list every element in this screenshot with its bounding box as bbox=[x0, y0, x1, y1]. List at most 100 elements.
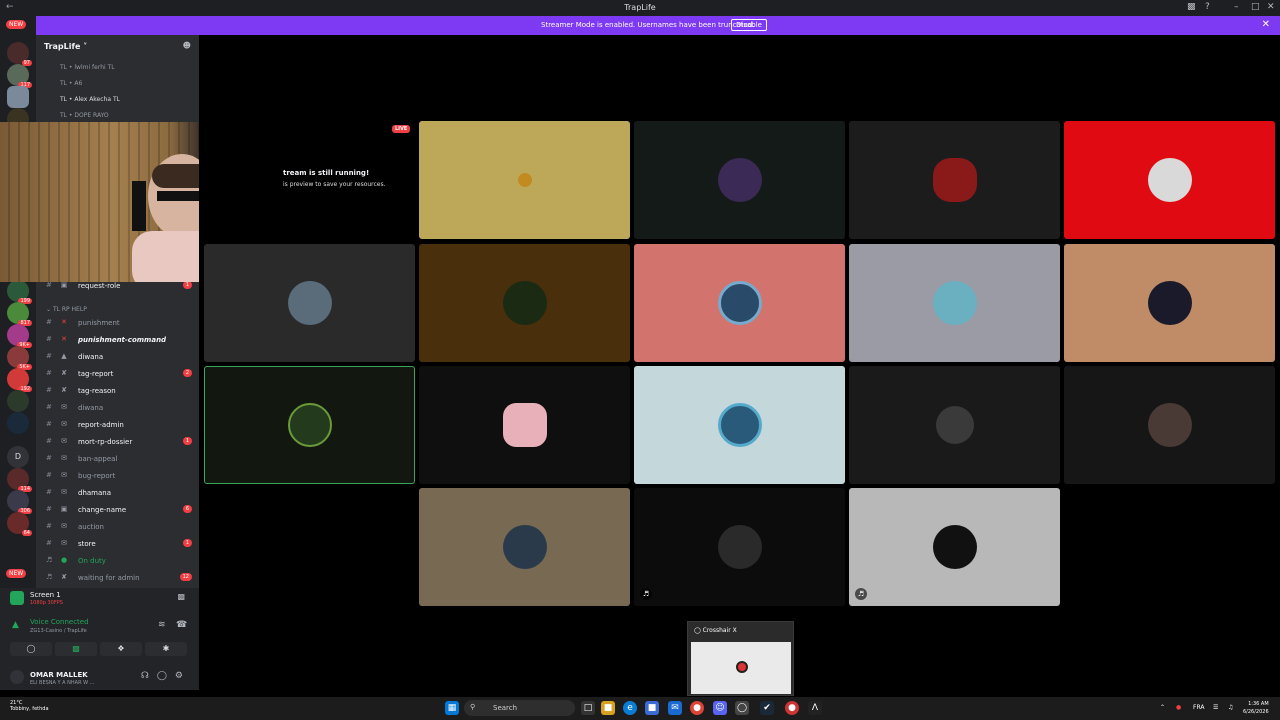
store-icon[interactable]: ■ bbox=[645, 701, 659, 715]
task-view-icon[interactable]: □ bbox=[581, 701, 595, 715]
avatar bbox=[1147, 403, 1192, 447]
server-icon[interactable] bbox=[7, 390, 29, 412]
server-icon[interactable]: 306 bbox=[7, 490, 32, 514]
channel-tag-report[interactable]: # ✘ tag-report 2 bbox=[46, 367, 196, 381]
disconnect-icon[interactable]: ☎ bbox=[176, 620, 187, 630]
guild-name[interactable]: TrapLife ˅ bbox=[44, 42, 87, 51]
participant-tile[interactable] bbox=[634, 121, 845, 239]
participant-tile[interactable] bbox=[849, 366, 1060, 484]
channel-dhamana[interactable]: # ✉ dhamana bbox=[46, 486, 196, 500]
server-icon[interactable]: 199 bbox=[7, 280, 32, 304]
close-banner-icon[interactable]: ✕ bbox=[1262, 19, 1270, 30]
inbox-icon[interactable]: ▩ bbox=[1187, 2, 1196, 12]
voice-user[interactable]: TL • DOPE RAYO bbox=[60, 112, 109, 119]
participant-tile[interactable] bbox=[419, 121, 630, 239]
server-icon[interactable]: 64 bbox=[7, 512, 32, 536]
maximize-icon[interactable]: □ bbox=[1251, 2, 1260, 12]
app-icon[interactable]: ● bbox=[785, 701, 799, 715]
taskbar-preview-popup[interactable]: ◯ Crosshair X bbox=[687, 621, 794, 696]
server-icon[interactable]: 9K+ bbox=[7, 324, 32, 348]
file-explorer-icon[interactable]: ■ bbox=[601, 701, 615, 715]
participant-tile[interactable] bbox=[1064, 366, 1275, 484]
voice-stage: LIVE tream is still running! is preview … bbox=[199, 35, 1280, 690]
category-header[interactable]: ⌄ TL RP HELP bbox=[46, 306, 87, 313]
voice-connected-status[interactable]: Voice Connected bbox=[30, 618, 89, 626]
channel-auction[interactable]: # ✉ auction bbox=[46, 520, 196, 534]
participant-tile[interactable] bbox=[1064, 121, 1275, 239]
tray-chevron-icon[interactable]: ⌃ bbox=[1160, 704, 1165, 711]
participant-tile[interactable]: ♬ bbox=[849, 488, 1060, 606]
mute-icon[interactable]: ☊ bbox=[141, 671, 157, 681]
camera-off-button[interactable]: ◯ bbox=[10, 642, 52, 656]
server-icon[interactable]: 117 bbox=[7, 64, 32, 88]
server-icon[interactable]: D bbox=[7, 446, 29, 468]
taskbar-search[interactable]: ⚲ Search bbox=[464, 700, 575, 716]
edge-icon[interactable]: e bbox=[623, 701, 637, 715]
channel-ban-appeal[interactable]: # ✉ ban-appeal bbox=[46, 452, 196, 466]
activities-button[interactable]: ❖ bbox=[100, 642, 142, 656]
help-icon[interactable]: ? bbox=[1205, 2, 1210, 12]
channel-bug-report[interactable]: # ✉ bug-report bbox=[46, 469, 196, 483]
signal-icon[interactable]: ▲ bbox=[12, 620, 19, 630]
weather-widget[interactable]: 21°C Tobbiny, fethda bbox=[10, 700, 49, 712]
participant-tile[interactable] bbox=[419, 366, 630, 484]
server-icon[interactable] bbox=[7, 86, 29, 108]
share-screen-button[interactable]: ▩ bbox=[55, 642, 97, 656]
server-icon[interactable]: 817 bbox=[7, 302, 32, 326]
username[interactable]: OMAR MALLEK bbox=[30, 671, 88, 679]
soundboard-button[interactable]: ✱ bbox=[145, 642, 187, 656]
participant-tile[interactable] bbox=[634, 366, 845, 484]
language-indicator[interactable]: FRA bbox=[1193, 704, 1204, 711]
participant-tile[interactable] bbox=[1064, 244, 1275, 362]
volume-icon[interactable]: ♫ bbox=[1228, 704, 1233, 711]
add-member-icon[interactable]: ☻ bbox=[183, 41, 191, 50]
channel-on-duty[interactable]: ♬ ● On duty bbox=[46, 554, 196, 568]
channel-punishment-command[interactable]: # ✕ punishment-command bbox=[46, 333, 196, 347]
voice-user[interactable]: TL • lwlmi ferhi TL bbox=[60, 64, 115, 71]
channel-diwana-2[interactable]: # ✉ diwana bbox=[46, 401, 196, 415]
wifi-icon[interactable]: ☰ bbox=[1213, 704, 1218, 711]
server-icon[interactable]: 97 bbox=[7, 42, 32, 66]
outlook-icon[interactable]: ✉ bbox=[668, 701, 682, 715]
avatar[interactable] bbox=[10, 670, 24, 684]
participant-tile[interactable] bbox=[419, 488, 630, 606]
close-window-icon[interactable]: ✕ bbox=[1267, 2, 1275, 12]
participant-tile[interactable] bbox=[204, 244, 415, 362]
preview-thumbnail[interactable] bbox=[691, 642, 791, 694]
channel-diwana[interactable]: # ▲ diwana bbox=[46, 350, 196, 364]
noise-suppression-icon[interactable]: ≋ bbox=[158, 620, 166, 630]
channel-mort-rp-dossier[interactable]: # ✉ mort-rp-dossier 1 bbox=[46, 435, 196, 449]
server-icon[interactable]: 192 bbox=[7, 368, 32, 392]
voice-user[interactable]: TL • Alex Akecha TL bbox=[60, 96, 120, 103]
crosshair-x-icon[interactable]: ◯ bbox=[735, 701, 749, 715]
system-clock[interactable]: 1:36 AM 6/26/2026 bbox=[1243, 700, 1269, 716]
channel-store[interactable]: # ✉ store 1 bbox=[46, 537, 196, 551]
disable-streamer-mode-button[interactable]: Disable bbox=[731, 19, 767, 31]
participant-tile-speaking[interactable] bbox=[204, 366, 415, 484]
participant-tile[interactable] bbox=[419, 244, 630, 362]
start-icon[interactable]: ▦ bbox=[445, 701, 459, 715]
voice-channel-path[interactable]: ZG13-Casino / TrapLife bbox=[30, 628, 87, 634]
channel-tag-reason[interactable]: # ✘ tag-reason bbox=[46, 384, 196, 398]
channel-punishment[interactable]: # ✕ punishment bbox=[46, 316, 196, 330]
settings-gear-icon[interactable]: ⚙ bbox=[175, 671, 191, 681]
server-icon[interactable]: 114 bbox=[7, 468, 32, 492]
steam-icon[interactable]: ✔ bbox=[760, 701, 774, 715]
participant-tile[interactable] bbox=[634, 244, 845, 362]
popout-icon[interactable]: ▩ bbox=[177, 592, 185, 601]
channel-report-admin[interactable]: # ✉ report-admin bbox=[46, 418, 196, 432]
terminal-icon[interactable]: Λ bbox=[808, 701, 822, 715]
voice-user[interactable]: TL • A6 bbox=[60, 80, 82, 87]
chrome-icon[interactable]: ● bbox=[690, 701, 704, 715]
server-icon[interactable] bbox=[7, 412, 29, 434]
channel-waiting-for-admin[interactable]: ♬ ✘ waiting for admin 12 bbox=[46, 571, 196, 585]
channel-change-name[interactable]: # ▣ change-name 6 bbox=[46, 503, 196, 517]
participant-tile[interactable]: ♬ bbox=[634, 488, 845, 606]
participant-tile[interactable] bbox=[849, 244, 1060, 362]
minimize-icon[interactable]: – bbox=[1234, 2, 1239, 12]
server-icon[interactable]: 5K+ bbox=[7, 346, 32, 370]
participant-tile[interactable] bbox=[849, 121, 1060, 239]
deafen-icon[interactable]: ◯ bbox=[157, 671, 175, 681]
discord-icon[interactable]: ☺ bbox=[713, 701, 727, 715]
mic-tray-icon[interactable]: ● bbox=[1176, 704, 1181, 711]
